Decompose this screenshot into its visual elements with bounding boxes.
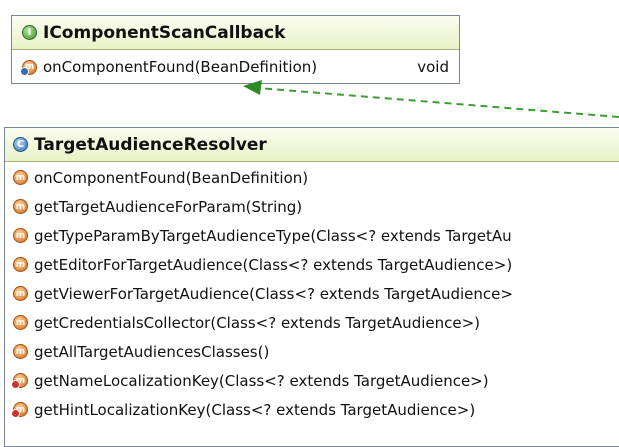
method-return-type: void (417, 58, 449, 76)
method-signature: getTargetAudienceForParam(String) (34, 197, 303, 216)
method-signature: getNameLocalizationKey(Class<? extends T… (34, 371, 489, 390)
method-row[interactable]: m getHintLocalizationKey(Class<? extends… (5, 395, 619, 424)
class-title: TargetAudienceResolver (34, 134, 267, 155)
method-signature: getAllTargetAudiencesClasses() (34, 342, 270, 361)
method-implement-icon: m (20, 59, 37, 76)
class-icon: C (13, 137, 28, 152)
method-row[interactable]: m getTargetAudienceForParam(String) (5, 192, 619, 221)
method-signature: onComponentFound(BeanDefinition) (43, 58, 318, 76)
method-icon: m (13, 228, 28, 243)
method-private-icon: m (11, 373, 28, 389)
method-icon: m (13, 199, 28, 214)
method-icon: m (13, 257, 28, 272)
method-icon: m (13, 315, 28, 330)
method-signature: getTypeParamByTargetAudienceType(Class<?… (34, 226, 512, 245)
method-signature: onComponentFound(BeanDefinition) (34, 168, 309, 187)
method-signature: getHintLocalizationKey(Class<? extends T… (34, 400, 476, 419)
class-header: C TargetAudienceResolver (5, 128, 619, 162)
method-signature: getViewerForTargetAudience(Class<? exten… (34, 284, 513, 303)
method-icon: m (13, 344, 28, 359)
interface-title: IComponentScanCallback (43, 22, 286, 43)
method-row[interactable]: m getCredentialsCollector(Class<? extend… (5, 308, 619, 337)
method-signature: getEditorForTargetAudience(Class<? exten… (34, 255, 513, 274)
method-private-icon: m (11, 402, 28, 418)
interface-node[interactable]: I IComponentScanCallback m onComponentFo… (11, 15, 460, 84)
method-row[interactable]: m onComponentFound(BeanDefinition) (5, 163, 619, 192)
method-row[interactable]: m getAllTargetAudiencesClasses() (5, 337, 619, 366)
method-row[interactable]: m getEditorForTargetAudience(Class<? ext… (5, 250, 619, 279)
interface-header: I IComponentScanCallback (12, 16, 459, 50)
class-method-list: m onComponentFound(BeanDefinition) m get… (5, 162, 619, 424)
interface-icon: I (22, 25, 37, 40)
method-row[interactable]: m getNameLocalizationKey(Class<? extends… (5, 366, 619, 395)
interface-method-row[interactable]: m onComponentFound(BeanDefinition) void (12, 50, 459, 84)
implements-line (257, 87, 619, 118)
method-icon: m (13, 170, 28, 185)
method-row[interactable]: m getTypeParamByTargetAudienceType(Class… (5, 221, 619, 250)
class-node[interactable]: C TargetAudienceResolver m onComponentFo… (4, 127, 619, 447)
method-icon: m (13, 286, 28, 301)
method-signature: getCredentialsCollector(Class<? extends … (34, 313, 481, 332)
method-row[interactable]: m getViewerForTargetAudience(Class<? ext… (5, 279, 619, 308)
